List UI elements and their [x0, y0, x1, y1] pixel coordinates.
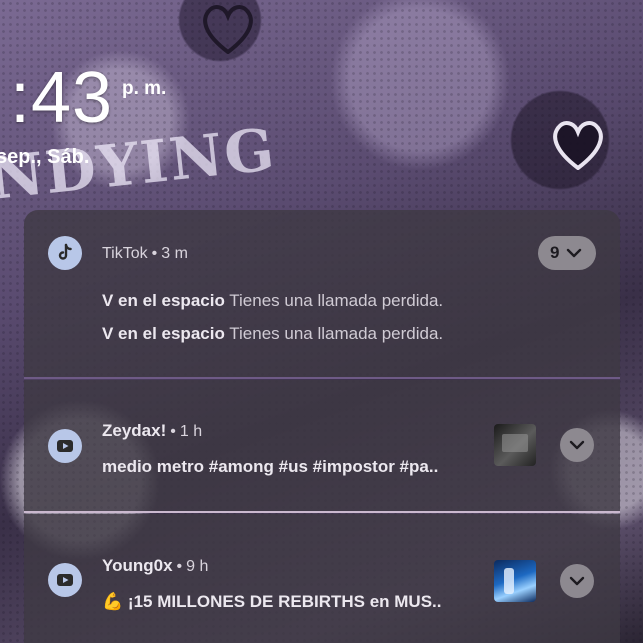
heart-icon: [550, 118, 606, 171]
message-text: Tienes una llamada perdida.: [229, 291, 444, 310]
expand-group-button[interactable]: 9: [538, 236, 596, 270]
notification-header: Young0x • 9 h: [102, 556, 209, 575]
video-thumbnail: [494, 424, 536, 466]
notification-message: V en el espacio Tienes una llamada perdi…: [102, 324, 443, 344]
expand-button[interactable]: [560, 564, 594, 598]
app-name: Young0x: [102, 556, 173, 575]
heart-icon: [200, 2, 256, 55]
chevron-down-icon: [569, 576, 585, 586]
chevron-down-icon: [569, 440, 585, 450]
message-text: Tienes una llamada perdida.: [229, 324, 444, 343]
notification-time: 3 m: [161, 245, 188, 262]
youtube-icon: [48, 429, 82, 463]
notification-header: Zeydax! • 1 h: [102, 421, 203, 440]
notification-count: 9: [550, 243, 560, 262]
app-name: Zeydax!: [102, 421, 167, 440]
lockscreen-date: sep., Sáb.: [0, 146, 90, 168]
tiktok-icon: [48, 236, 82, 270]
notification-time: 1 h: [179, 423, 203, 440]
notification-time: 9 h: [186, 558, 209, 575]
notification-message: V en el espacio Tienes una llamada perdi…: [102, 291, 443, 311]
flexed-biceps-emoji: 💪: [102, 592, 124, 611]
notification-text: 💪 ¡15 MILLONES DE REBIRTHS en MUS..: [102, 592, 442, 612]
notification-header: TikTok • 3 m: [102, 245, 188, 262]
clock-ampm: p. m.: [122, 78, 167, 99]
clock-time: :43: [10, 58, 114, 138]
video-thumbnail: [494, 560, 536, 602]
message-sender: V en el espacio: [102, 324, 225, 343]
app-name: TikTok: [102, 245, 148, 262]
message-sender: V en el espacio: [102, 291, 225, 310]
notification-divider: [24, 511, 620, 513]
notification-text: medio metro #among #us #impostor #pa..: [102, 457, 439, 476]
notification-divider: [24, 377, 620, 379]
expand-button[interactable]: [560, 428, 594, 462]
chevron-down-icon: [567, 248, 582, 258]
notification-text-body: ¡15 MILLONES DE REBIRTHS en MUS..: [127, 592, 442, 611]
youtube-icon: [48, 563, 82, 597]
